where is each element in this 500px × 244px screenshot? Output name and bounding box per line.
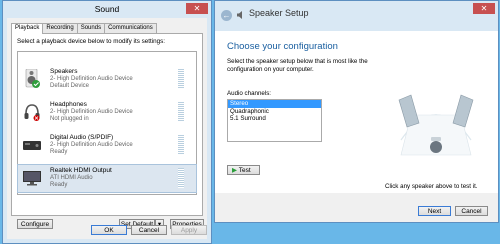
audio-channels-label: Audio channels:	[227, 90, 272, 97]
next-button[interactable]: Next	[418, 206, 451, 216]
description-text: Select the speaker setup below that is m…	[227, 58, 368, 73]
device-driver: ATI HDMI Audio	[50, 174, 93, 181]
back-button[interactable]: ←	[221, 10, 232, 21]
device-driver: 2- High Definition Audio Device	[50, 75, 133, 82]
monitor-icon	[23, 171, 41, 186]
hint-text: Click any speaker above to test it.	[385, 183, 478, 190]
device-name: Digital Audio (S/PDIF)	[50, 134, 114, 141]
device-item-speakers[interactable]: Speakers 2- High Definition Audio Device…	[18, 66, 196, 93]
headphones-icon	[24, 104, 40, 121]
device-item-hdmi[interactable]: Realtek HDMI Output ATI HDMI Audio Ready	[17, 164, 197, 193]
right-speaker-icon[interactable]	[452, 94, 474, 128]
speaker-diagram	[398, 94, 474, 156]
speaker-icon	[25, 69, 40, 88]
play-icon: ▶	[232, 167, 237, 174]
volume-level-meter	[178, 69, 184, 89]
device-status: Not plugged in	[50, 116, 89, 122]
setup-close-button[interactable]: ✕	[473, 3, 495, 14]
device-item-headphones[interactable]: Headphones 2- High Definition Audio Devi…	[18, 99, 196, 126]
test-button[interactable]: ▶ Test	[227, 165, 260, 175]
listener-icon	[430, 137, 442, 153]
setup-cancel-button[interactable]: Cancel	[455, 206, 488, 216]
device-name: Realtek HDMI Output	[50, 167, 112, 174]
speaker-small-icon	[237, 11, 242, 19]
cancel-button[interactable]: Cancel	[131, 225, 167, 235]
device-name: Speakers	[50, 68, 78, 75]
device-item-digital-audio[interactable]: Digital Audio (S/PDIF) 2- High Definitio…	[18, 132, 196, 159]
sound-body: Playback Recording Sounds Communications…	[7, 18, 207, 239]
device-driver: 2- High Definition Audio Device	[50, 108, 133, 115]
tab-playback[interactable]: Playback	[11, 23, 44, 34]
channel-option-quadraphonic[interactable]: Quadraphonic	[228, 108, 321, 116]
channel-option-stereo[interactable]: Stereo	[228, 100, 321, 108]
device-list: Speakers 2- High Definition Audio Device…	[17, 51, 197, 195]
digital-audio-icon	[23, 141, 41, 150]
sound-close-button[interactable]: ✕	[186, 3, 208, 14]
sound-titlebar: Sound ✕	[3, 1, 211, 17]
page-heading: Choose your configuration	[227, 41, 338, 52]
sound-dialog: Sound ✕ Playback Recording Sounds Commun…	[2, 0, 212, 244]
device-status: Ready	[50, 182, 68, 188]
volume-level-meter	[178, 102, 184, 122]
device-status: Default Device	[50, 83, 90, 89]
device-name: Headphones	[50, 101, 87, 108]
left-speaker-icon[interactable]	[398, 94, 420, 128]
tab-bar: Playback Recording Sounds Communications	[11, 23, 157, 34]
configure-button[interactable]: Configure	[17, 219, 53, 229]
volume-level-meter	[178, 135, 184, 155]
sound-title: Sound	[94, 4, 120, 14]
tab-recording[interactable]: Recording	[42, 23, 78, 33]
tab-communications[interactable]: Communications	[104, 23, 157, 33]
tab-sounds[interactable]: Sounds	[76, 23, 106, 33]
playback-panel: Select a playback device below to modify…	[11, 33, 204, 229]
device-driver: 2- High Definition Audio Device	[50, 141, 133, 148]
instruction-text: Select a playback device below to modify…	[17, 38, 166, 45]
setup-titlebar: ← Speaker Setup ✕	[215, 1, 498, 31]
setup-title: Speaker Setup	[249, 8, 309, 18]
ok-button[interactable]: OK	[91, 225, 127, 235]
setup-content: Choose your configuration Select the spe…	[215, 31, 498, 193]
test-label: Test	[238, 167, 251, 174]
audio-channels-list[interactable]: Stereo Quadraphonic 5.1 Surround	[227, 99, 322, 142]
volume-level-meter	[178, 168, 184, 188]
apply-button[interactable]: Apply	[171, 225, 207, 235]
speaker-setup-window: ← Speaker Setup ✕ Choose your configurat…	[214, 0, 499, 223]
device-status: Ready	[50, 149, 68, 155]
setup-footer: Next Cancel	[215, 193, 498, 222]
channel-option-surround[interactable]: 5.1 Surround	[228, 115, 321, 123]
